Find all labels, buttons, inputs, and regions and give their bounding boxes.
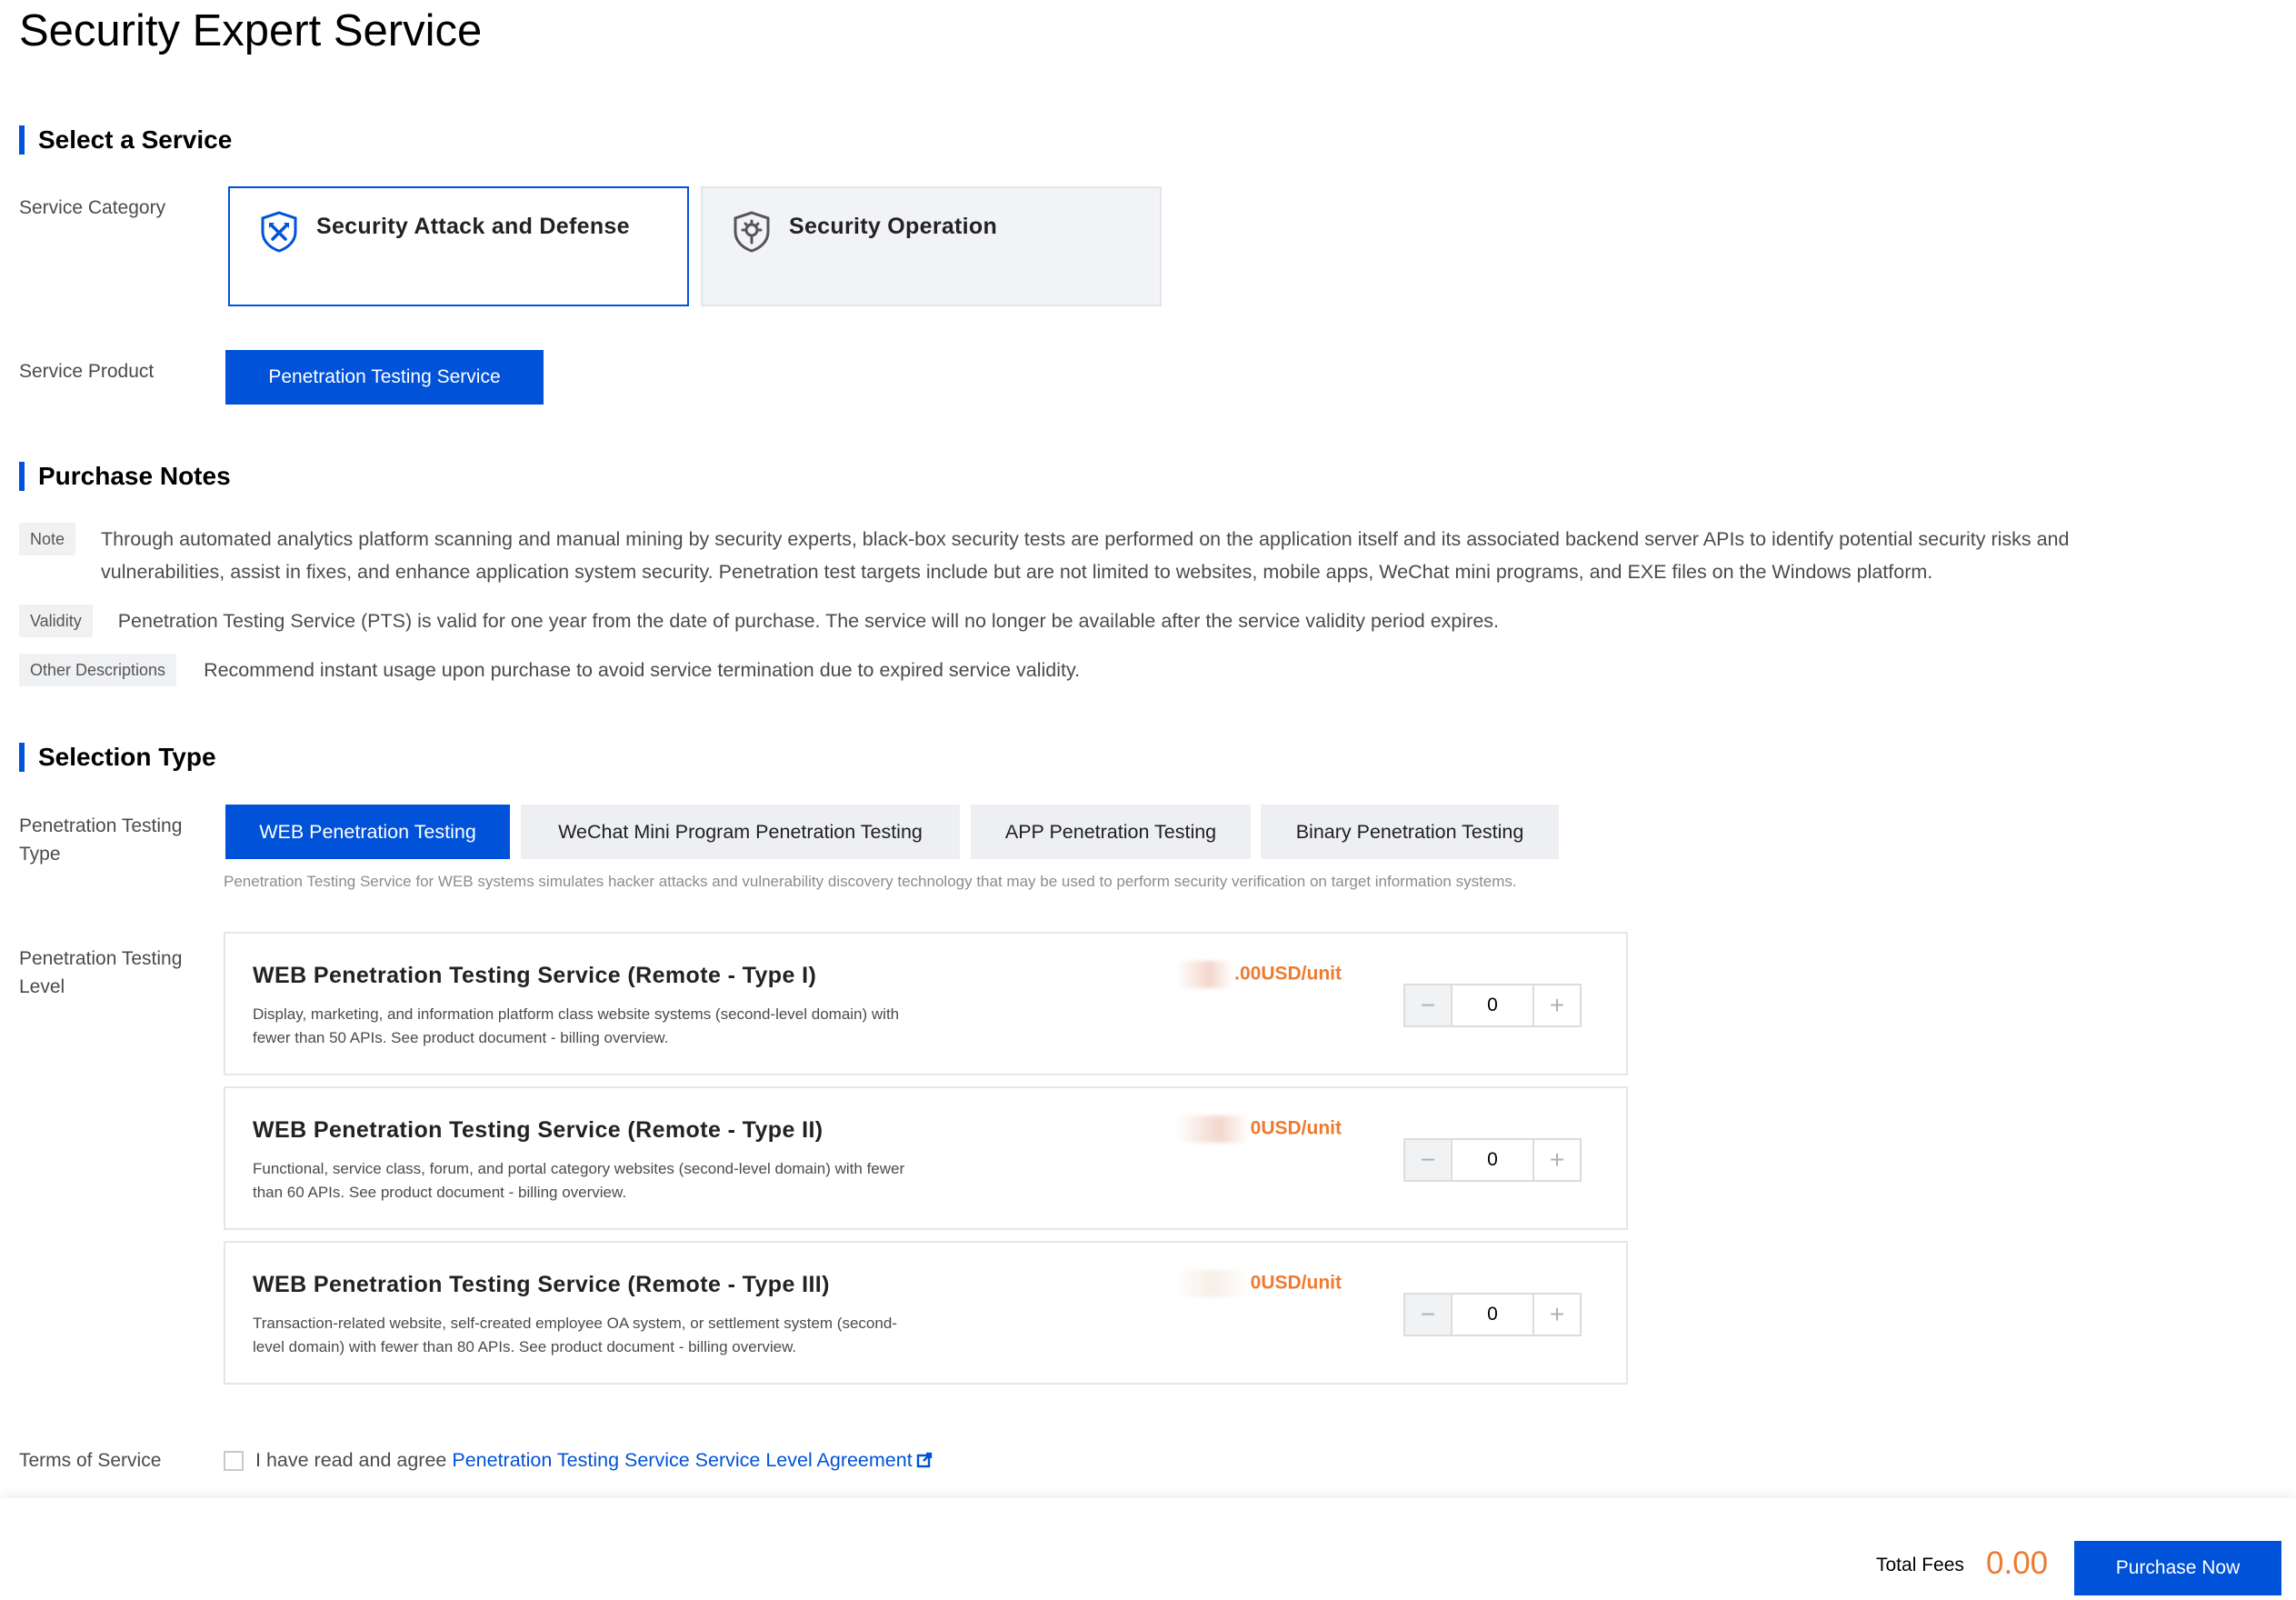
service-description: Transaction-related website, self-create… <box>253 1312 998 1359</box>
section-selection-type: Selection Type <box>19 743 216 772</box>
quantity-cell: − 0 + <box>1363 932 1628 1075</box>
decrement-button[interactable]: − <box>1405 1140 1452 1180</box>
quantity-stepper: − 0 + <box>1403 1138 1582 1182</box>
note-tag: Note <box>19 523 76 555</box>
increment-button[interactable]: + <box>1532 985 1580 1025</box>
section-purchase-notes: Purchase Notes <box>19 462 231 491</box>
service-name: WEB Penetration Testing Service (Remote … <box>253 1117 824 1143</box>
tab-web-penetration[interactable]: WEB Penetration Testing <box>225 805 510 859</box>
tab-wechat-mini-program[interactable]: WeChat Mini Program Penetration Testing <box>521 805 960 859</box>
decrement-button[interactable]: − <box>1405 1295 1452 1335</box>
price-redacted <box>1175 1270 1249 1297</box>
note-text-line: Through automated analytics platform sca… <box>101 528 2070 550</box>
quantity-cell: − 0 + <box>1363 1086 1628 1230</box>
note-row-other: Other Descriptions Recommend instant usa… <box>19 654 1080 686</box>
note-text: Penetration Testing Service (PTS) is val… <box>117 610 1500 632</box>
service-row-type-1: WEB Penetration Testing Service (Remote … <box>224 932 1628 1075</box>
note-row-note: Note Through automated analytics platfor… <box>19 523 2264 588</box>
type-description: Penetration Testing Service for WEB syst… <box>224 873 1517 890</box>
terms-agreement: I have read and agree Penetration Testin… <box>255 1445 933 1475</box>
section-accent-bar <box>19 462 25 491</box>
pt-level-label: Penetration Testing Level <box>19 945 182 1001</box>
section-title: Purchase Notes <box>38 462 231 490</box>
label-line: Type <box>19 844 61 865</box>
description-line: Functional, service class, forum, and po… <box>253 1160 905 1177</box>
shield-gear-icon <box>734 211 770 253</box>
terms-of-service-label: Terms of Service <box>19 1450 162 1471</box>
category-label: Security Attack and Defense <box>316 214 630 239</box>
increment-button[interactable]: + <box>1532 1295 1580 1335</box>
pt-type-label: Penetration Testing Type <box>19 812 182 868</box>
quantity-cell: − 0 + <box>1363 1241 1628 1385</box>
description-line: than 60 APIs. See product document - bil… <box>253 1184 627 1201</box>
total-fees-value: 0.00 <box>1986 1545 2049 1581</box>
section-title: Select a Service <box>38 125 233 154</box>
category-card-operation[interactable]: Security Operation <box>701 186 1162 306</box>
service-name: WEB Penetration Testing Service (Remote … <box>253 1272 830 1297</box>
service-info: WEB Penetration Testing Service (Remote … <box>224 1086 1365 1230</box>
page-title: Security Expert Service <box>19 6 483 55</box>
note-row-validity: Validity Penetration Testing Service (PT… <box>19 605 1499 637</box>
note-text-line: vulnerabilities, assist in fixes, and en… <box>101 561 1933 583</box>
description-line: fewer than 50 APIs. See product document… <box>253 1029 669 1046</box>
service-product-label: Service Product <box>19 361 155 382</box>
label-line: Level <box>19 976 65 997</box>
price-suffix: 0USD/unit <box>1250 1117 1342 1139</box>
quantity-stepper: − 0 + <box>1403 1293 1582 1336</box>
note-tag: Other Descriptions <box>19 654 177 686</box>
external-link-icon[interactable] <box>916 1452 933 1468</box>
note-tag: Validity <box>19 605 93 637</box>
description-line: Display, marketing, and information plat… <box>253 1005 900 1023</box>
description-line: level domain) with fewer than 80 APIs. S… <box>253 1338 797 1355</box>
section-select-service: Select a Service <box>19 125 232 155</box>
service-category-label: Service Category <box>19 197 166 218</box>
description-line: Transaction-related website, self-create… <box>253 1315 897 1332</box>
shield-swords-icon <box>261 211 297 253</box>
price-redacted <box>1176 961 1233 988</box>
note-text: Through automated analytics platform sca… <box>101 523 2264 588</box>
quantity-stepper: − 0 + <box>1403 984 1582 1027</box>
footer-bar <box>0 1498 2296 1600</box>
service-row-type-3: WEB Penetration Testing Service (Remote … <box>224 1241 1628 1385</box>
quantity-value[interactable]: 0 <box>1452 985 1532 1025</box>
price-redacted <box>1175 1115 1249 1143</box>
category-label: Security Operation <box>789 214 998 239</box>
service-description: Display, marketing, and information plat… <box>253 1003 998 1050</box>
tab-binary-penetration[interactable]: Binary Penetration Testing <box>1261 805 1559 859</box>
service-info: WEB Penetration Testing Service (Remote … <box>224 1241 1365 1385</box>
total-fees-label: Total Fees <box>1876 1555 1964 1575</box>
category-card-attack-defense[interactable]: Security Attack and Defense <box>228 186 689 306</box>
section-title: Selection Type <box>38 743 216 771</box>
service-name: WEB Penetration Testing Service (Remote … <box>253 963 817 988</box>
label-line: Penetration Testing <box>19 948 183 969</box>
service-description: Functional, service class, forum, and po… <box>253 1157 998 1205</box>
sla-link[interactable]: Penetration Testing Service Service Leve… <box>452 1449 912 1471</box>
label-line: Penetration Testing <box>19 815 183 836</box>
terms-checkbox[interactable] <box>224 1451 244 1471</box>
service-price: 0USD/unit <box>1175 1270 1342 1297</box>
tab-app-penetration[interactable]: APP Penetration Testing <box>971 805 1251 859</box>
quantity-value[interactable]: 0 <box>1452 1140 1532 1180</box>
service-info: WEB Penetration Testing Service (Remote … <box>224 932 1365 1075</box>
section-accent-bar <box>19 125 25 155</box>
decrement-button[interactable]: − <box>1405 985 1452 1025</box>
purchase-now-button[interactable]: Purchase Now <box>2074 1541 2281 1595</box>
price-suffix: .00USD/unit <box>1234 963 1342 985</box>
service-row-type-2: WEB Penetration Testing Service (Remote … <box>224 1086 1628 1230</box>
section-accent-bar <box>19 743 25 772</box>
quantity-value[interactable]: 0 <box>1452 1295 1532 1335</box>
service-price: 0USD/unit <box>1175 1115 1342 1143</box>
terms-prefix: I have read and agree <box>255 1449 453 1471</box>
product-penetration-testing-button[interactable]: Penetration Testing Service <box>225 350 544 405</box>
note-text: Recommend instant usage upon purchase to… <box>204 659 1081 681</box>
service-price: .00USD/unit <box>1176 961 1342 988</box>
increment-button[interactable]: + <box>1532 1140 1580 1180</box>
price-suffix: 0USD/unit <box>1250 1272 1342 1294</box>
